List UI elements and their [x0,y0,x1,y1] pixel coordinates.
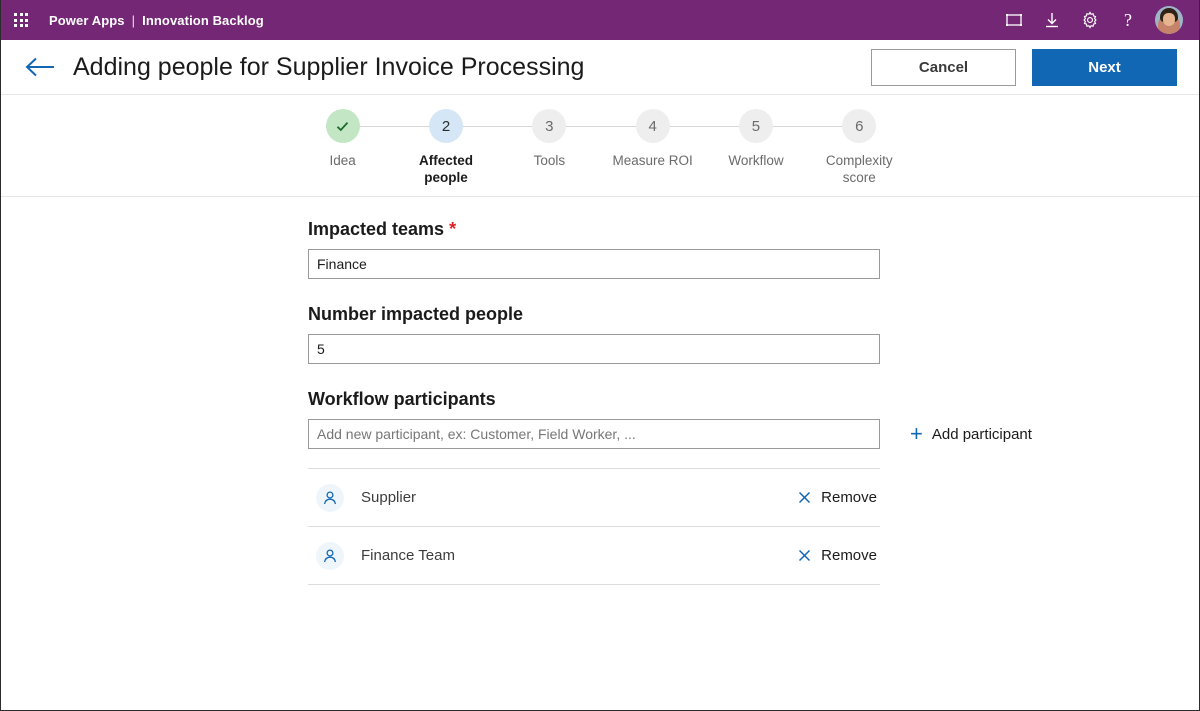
back-arrow-icon[interactable] [23,52,57,82]
field-number-impacted-people: Number impacted people [308,304,1038,364]
step-marker-3[interactable]: 3 [532,109,567,143]
required-marker: * [449,219,457,239]
person-icon [316,541,344,570]
step-measure-roi[interactable]: 4 Measure ROI [601,109,756,186]
impacted-teams-input[interactable] [308,249,880,279]
workflow-participants-label: Workflow participants [308,389,496,409]
field-impacted-teams: Impacted teams * [308,219,1038,279]
settings-gear-icon[interactable] [1079,9,1101,31]
impacted-teams-label: Impacted teams * [308,219,1038,240]
step-complexity-score[interactable]: 6 Complexity score [808,109,911,186]
close-icon [797,490,812,505]
new-participant-input[interactable] [308,419,880,449]
step-label-3: Tools [533,153,566,168]
step-label-1: Idea [329,153,356,168]
step-workflow[interactable]: 5 Workflow [704,109,860,186]
next-button[interactable]: Next [1032,48,1177,86]
command-actions: Cancel Next [871,48,1177,86]
close-icon [797,548,812,563]
remove-participant-button[interactable]: Remove [797,547,877,564]
download-icon[interactable] [1041,9,1063,31]
cancel-button[interactable]: Cancel [871,48,1016,86]
step-marker-6[interactable]: 6 [842,109,877,143]
step-marker-1[interactable] [325,109,360,143]
number-impacted-people-input[interactable] [308,334,880,364]
step-affected-people[interactable]: 2 Affected people [394,109,550,186]
remove-label: Remove [821,489,877,506]
app-window: Power Apps | Innovation Backlog ? Adding… [0,0,1200,711]
step-label-6: Complexity score [825,153,893,185]
add-participant-label: Add participant [931,425,1032,443]
list-item[interactable]: Supplier Remove [308,469,880,527]
help-glyph: ? [1124,10,1132,30]
add-participant-row: + Add participant [308,419,1038,449]
step-label-2: Affected people [418,153,473,185]
step-marker-5[interactable]: 5 [738,109,773,143]
person-icon [316,483,344,512]
screen-fit-icon[interactable] [1003,9,1025,31]
branding-separator: | [131,12,136,28]
avatar[interactable] [1155,6,1183,34]
form-body: Impacted teams * Number impacted people … [1,197,1199,585]
suite-actions: ? [1003,6,1189,34]
app-name[interactable]: Power Apps [49,13,125,28]
step-marker-2[interactable]: 2 [428,109,463,143]
wizard-stepper: Idea 2 Affected people 3 Tools 4 Measure… [1,95,1199,197]
context-name[interactable]: Innovation Backlog [142,13,264,28]
participant-name: Supplier [361,489,417,506]
number-impacted-people-label: Number impacted people [308,304,524,324]
page-title: Adding people for Supplier Invoice Proce… [73,52,585,81]
remove-participant-button[interactable]: Remove [797,489,877,506]
list-item[interactable]: Finance Team Remove [308,527,880,585]
participant-name: Finance Team [361,547,455,564]
add-participant-button[interactable]: + Add participant [910,423,1032,445]
step-marker-4[interactable]: 4 [635,109,670,143]
help-icon[interactable]: ? [1117,9,1139,31]
participants-list: Supplier Remove Finance Team Remove [308,468,880,585]
suite-branding: Power Apps | Innovation Backlog [49,13,264,28]
impacted-teams-label-text: Impacted teams [308,219,445,239]
plus-icon: + [910,421,923,446]
step-label-5: Workflow [728,153,784,168]
step-tools[interactable]: 3 Tools [498,109,653,186]
step-idea[interactable]: Idea [291,109,446,186]
command-bar: Adding people for Supplier Invoice Proce… [1,40,1199,95]
waffle-grid-icon[interactable] [7,6,35,34]
remove-label: Remove [821,547,877,564]
step-label-4: Measure ROI [612,153,693,168]
field-workflow-participants: Workflow participants + Add participant [308,389,1038,585]
suite-bar: Power Apps | Innovation Backlog ? [1,0,1199,40]
